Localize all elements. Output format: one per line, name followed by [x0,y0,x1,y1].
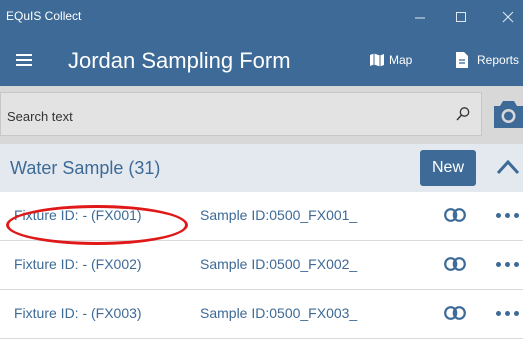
minimize-icon [415,17,425,19]
minimize-button[interactable] [405,6,435,30]
camera-icon[interactable] [490,94,523,139]
fixture-id: Fixture ID: - (FX002) [14,256,142,272]
annotation-highlight-ellipse [6,205,188,245]
sample-id: Sample ID:0500_FX001_ [200,207,358,223]
link-icon[interactable] [444,208,466,227]
sample-id: Sample ID:0500_FX002_ [200,256,358,272]
fixture-id: Fixture ID: - (FX003) [14,305,142,321]
search-bar [0,86,523,144]
search-box [0,92,482,136]
hamburger-menu-icon[interactable] [16,54,32,66]
section-header: Water Sample (31) New [0,144,523,192]
maximize-icon [456,12,466,22]
close-icon [502,11,514,23]
link-icon[interactable] [444,257,466,276]
app-header: Jordan Sampling Form Map Reports [0,36,523,86]
search-icon[interactable] [455,106,471,127]
close-button[interactable] [493,6,523,30]
list-item[interactable]: Fixture ID: - (FX002) Sample ID:0500_FX0… [0,241,523,290]
section-title: Water Sample (31) [10,158,161,178]
map-icon[interactable] [369,52,385,73]
map-button-label[interactable]: Map [389,53,412,67]
chevron-up-icon[interactable] [496,156,520,183]
new-button[interactable]: New [420,150,476,186]
maximize-button[interactable] [446,6,476,30]
app-title: EQuIS Collect [6,9,82,23]
list-item[interactable]: Fixture ID: - (FX003) Sample ID:0500_FX0… [0,290,523,339]
search-input[interactable] [5,104,449,128]
title-bar: EQuIS Collect [0,0,523,36]
link-icon[interactable] [444,306,466,325]
reports-icon[interactable] [455,52,469,73]
form-title: Jordan Sampling Form [68,48,291,73]
sample-id: Sample ID:0500_FX003_ [200,305,358,321]
reports-button-label[interactable]: Reports [477,53,519,67]
